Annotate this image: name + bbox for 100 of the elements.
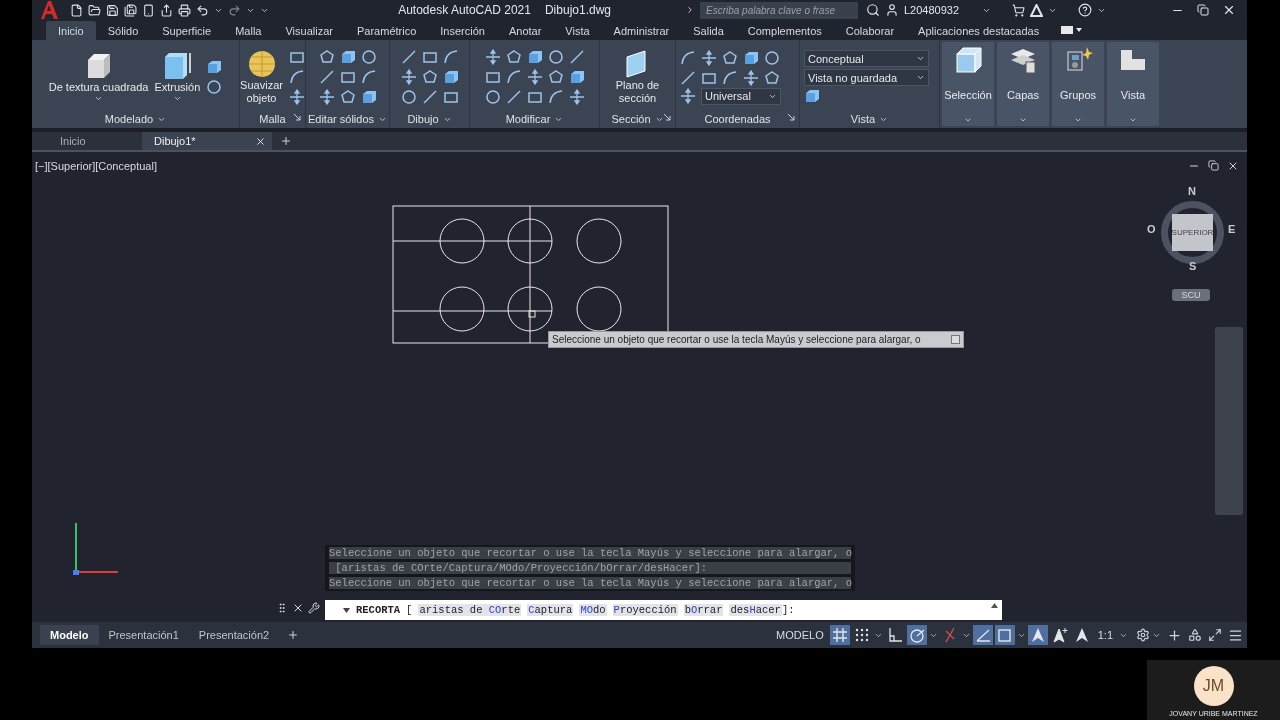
annotation-scale[interactable]: 1:1 (1093, 629, 1117, 641)
add-icon[interactable] (280, 135, 292, 147)
cube-icon[interactable] (339, 49, 356, 65)
phone-icon[interactable] (142, 3, 155, 17)
rectangle-icon[interactable] (339, 69, 356, 85)
ribbon-tab[interactable]: Vista (553, 21, 602, 40)
arc-icon[interactable] (505, 69, 522, 85)
help-icon[interactable] (1078, 3, 1092, 17)
polygon-icon[interactable] (505, 49, 522, 65)
wrench-icon[interactable] (308, 602, 320, 614)
arrow-icon[interactable] (568, 89, 585, 105)
open-folder-icon[interactable] (88, 3, 101, 17)
panel-title[interactable]: Sección (600, 110, 675, 128)
fullscreen-icon[interactable] (1208, 628, 1222, 642)
caret-icon[interactable] (916, 54, 925, 63)
arrow-icon[interactable] (400, 69, 417, 85)
ribbon-tab[interactable]: Superficie (150, 21, 224, 40)
ribbon-tab[interactable]: Sólido (95, 21, 151, 40)
ribbon-button[interactable]: Extrusión (154, 51, 201, 103)
circle-icon[interactable] (764, 49, 780, 66)
app-logo-icon[interactable] (38, 0, 60, 20)
arc-icon[interactable] (288, 69, 305, 85)
menu-icon[interactable] (1228, 627, 1243, 643)
rectangle-icon[interactable] (526, 89, 543, 105)
launcher-icon[interactable] (788, 114, 795, 121)
grip-icon[interactable] (276, 602, 288, 614)
share-icon[interactable] (160, 3, 173, 17)
ribbon-tab[interactable]: Visualizar (273, 21, 345, 40)
redo-icon[interactable] (228, 3, 241, 17)
launcher-icon[interactable] (294, 114, 301, 121)
cube-icon[interactable] (360, 89, 377, 105)
restore-icon[interactable] (1197, 4, 1209, 16)
ribbon-button[interactable]: Plano de sección (604, 49, 671, 105)
polygon-icon[interactable] (339, 89, 356, 105)
print-icon[interactable] (178, 3, 191, 17)
drawing-area[interactable] (32, 152, 1247, 622)
rectangle-icon[interactable] (421, 49, 438, 65)
launcher-icon[interactable] (664, 114, 671, 121)
arc-icon[interactable] (547, 89, 564, 105)
rectangle-icon[interactable] (288, 49, 305, 65)
user-name[interactable]: L20480932 (904, 4, 982, 16)
ribbon-button[interactable]: Capas (997, 42, 1049, 126)
polygon-icon[interactable] (318, 49, 335, 65)
ribbon-tab[interactable]: Aplicaciones destacadas (906, 21, 1052, 40)
restore-icon[interactable] (1208, 160, 1219, 171)
panel-title[interactable]: Malla (240, 110, 305, 128)
polygon-icon[interactable] (421, 69, 438, 85)
caret-up-icon[interactable] (991, 603, 998, 608)
cube-icon[interactable] (206, 59, 223, 75)
user-icon[interactable] (885, 3, 899, 17)
command-option[interactable]: aristas de COrte (418, 604, 522, 616)
circle-icon[interactable] (400, 89, 417, 105)
status-toggle[interactable] (829, 625, 850, 645)
save-as-icon[interactable] (124, 3, 137, 17)
close-icon[interactable] (255, 135, 266, 147)
dropdown-field[interactable]: Universal (701, 87, 781, 105)
panel-title[interactable]: Editar sólidos (306, 110, 389, 128)
line-icon[interactable] (680, 69, 696, 86)
arrow-icon[interactable] (318, 89, 335, 105)
ribbon-tab[interactable]: Anotar (496, 21, 554, 40)
line-icon[interactable] (318, 69, 335, 85)
rectangle-icon[interactable] (442, 89, 459, 105)
ribbon-tab[interactable]: Inicio (46, 21, 96, 40)
close-icon[interactable] (1227, 160, 1239, 172)
shapes-icon[interactable] (1188, 628, 1202, 642)
cube-icon[interactable] (526, 49, 543, 65)
panel-title[interactable]: Coordenadas (676, 110, 799, 128)
layout-tab[interactable]: Presentación2 (188, 625, 280, 645)
dropdown-field[interactable]: Conceptual (804, 50, 929, 67)
cube-icon[interactable] (804, 88, 820, 104)
arrow-icon[interactable] (484, 49, 501, 65)
ribbon-tab[interactable]: Inserción (428, 21, 497, 40)
circle-icon[interactable] (547, 49, 564, 65)
plus-icon[interactable] (1167, 627, 1182, 643)
cube-icon[interactable] (743, 49, 759, 66)
ribbon-tab[interactable]: Complementos (735, 21, 834, 40)
save-icon[interactable] (106, 3, 119, 17)
model-space-button[interactable]: MODELO (772, 629, 828, 641)
search-icon[interactable] (866, 3, 880, 17)
line-icon[interactable] (568, 49, 585, 65)
caret-icon[interactable] (94, 94, 104, 103)
command-option[interactable]: Proyección (612, 604, 678, 616)
caret-icon[interactable] (172, 94, 182, 103)
ribbon-tab[interactable]: Colaborar (833, 21, 907, 40)
panel-title[interactable]: Dibujo (390, 110, 469, 128)
ribbon-tab[interactable]: Malla (223, 21, 274, 40)
panel-title[interactable]: Modificar (470, 110, 599, 128)
layout-tab[interactable]: Modelo (40, 625, 99, 645)
arrow-icon[interactable] (288, 89, 305, 105)
arc-icon[interactable] (722, 69, 738, 86)
ribbon-button[interactable]: Suavizar objeto (240, 49, 283, 105)
command-option[interactable]: Captura (527, 604, 574, 616)
add-icon[interactable] (287, 629, 300, 641)
panel-toggle-icon[interactable] (1061, 25, 1084, 35)
command-option[interactable]: bOrrar (683, 604, 724, 616)
polygon-icon[interactable] (547, 69, 564, 85)
cart-icon[interactable] (1012, 3, 1025, 17)
circle-icon[interactable] (360, 49, 377, 65)
ribbon-tab[interactable]: Salida (681, 21, 736, 40)
rectangle-icon[interactable] (484, 69, 501, 85)
